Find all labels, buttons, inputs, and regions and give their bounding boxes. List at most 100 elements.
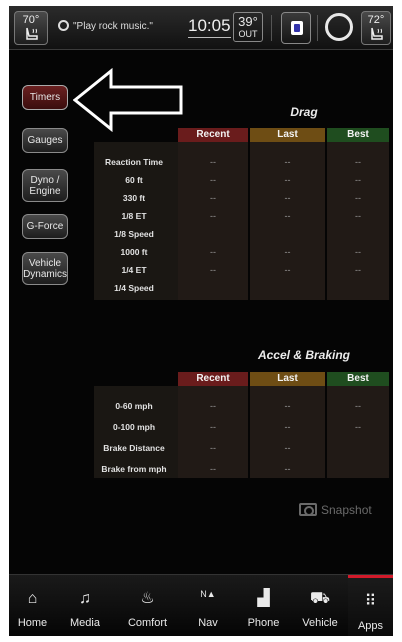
nav-vehicle[interactable]: ⛟ Vehicle (292, 575, 348, 636)
callout-arrow-icon (73, 68, 183, 132)
table-cell-recent: -- (210, 211, 216, 221)
table-cell-recent: -- (210, 464, 216, 474)
accel-braking-table: Recent Last Best 0-60 mph -- -- -- 0-100 mph -- -… (94, 372, 389, 478)
drive-mode-button[interactable] (281, 12, 311, 44)
nav-label: Vehicle (302, 617, 338, 629)
tab-g-force[interactable]: G-Force (22, 214, 68, 239)
nav-phone[interactable]: ▟ Phone (235, 575, 292, 636)
nav-nav[interactable]: N▲ Nav (181, 575, 235, 636)
tab-timers[interactable]: Timers (22, 85, 68, 110)
table-cell-last: -- (284, 401, 291, 411)
table-cell-best: -- (355, 401, 361, 411)
table-cell-last: -- (284, 422, 291, 432)
table-cell-recent: -- (210, 157, 216, 167)
column-header-best: Best (327, 372, 389, 386)
drive-mode-icon (291, 21, 303, 35)
table-cell-best: -- (355, 422, 361, 432)
voice-ring-icon (58, 20, 69, 31)
table-cell-best: -- (355, 265, 361, 275)
row-label: 1000 ft (120, 247, 148, 257)
row-label: 60 ft (125, 175, 143, 185)
accel-braking-title: Accel & Braking (257, 348, 351, 362)
seat-icon: ♨ (140, 590, 155, 607)
nav-label: Home (17, 617, 48, 629)
nav-label: Nav (198, 617, 218, 629)
apps-grid-icon: ⠿ (364, 593, 377, 610)
table-cell-best: -- (355, 211, 361, 221)
drag-title: Drag (290, 105, 318, 119)
car-icon: ⛟ (309, 590, 331, 607)
heated-seat-icon (371, 27, 383, 40)
table-cell-best: -- (355, 175, 361, 185)
table-cell-recent: -- (210, 175, 216, 185)
table-cell-best: -- (355, 247, 361, 257)
voice-hint-text: "Play rock music." (73, 21, 153, 32)
table-cell-recent: -- (210, 247, 216, 257)
table-cell-last: -- (284, 193, 291, 203)
voice-hint[interactable]: "Play rock music." (58, 20, 153, 32)
signal-bars-icon: ▟ (257, 590, 270, 607)
passenger-climate-button[interactable]: 72° (361, 11, 391, 45)
status-bar: 70° "Play rock music." 10:05 39° OUT 72° (9, 6, 393, 50)
table-cell-recent: -- (210, 443, 216, 453)
row-label: 1/8 Speed (114, 229, 154, 239)
passenger-temp: 72° (367, 14, 385, 26)
nav-label: Apps (357, 620, 384, 632)
table-cell-last: -- (284, 211, 291, 221)
row-label: 1/8 ET (121, 211, 147, 221)
table-cell-recent: -- (210, 193, 216, 203)
tab-dyno-engine[interactable]: Dyno / Engine (22, 169, 68, 202)
table-cell-last: -- (284, 464, 291, 474)
driver-climate-button[interactable]: 70° (14, 11, 48, 45)
nav-label: Media (70, 617, 100, 629)
row-label: 1/4 ET (121, 265, 147, 275)
row-label: 1/4 Speed (114, 283, 154, 293)
row-label: Brake from mph (101, 464, 167, 474)
column-header-recent: Recent (178, 372, 248, 386)
compass-north-icon: N▲ (200, 589, 216, 599)
status-divider (271, 15, 272, 41)
table-cell-recent: -- (210, 265, 216, 275)
snapshot-button[interactable]: Snapshot (299, 503, 372, 517)
table-cell-last: -- (284, 175, 291, 185)
outside-temp-badge: 39° OUT (233, 12, 263, 42)
clock: 10:05 (188, 16, 231, 38)
nav-media[interactable]: ♫ Media (56, 575, 114, 636)
driver-temp: 70° (22, 14, 40, 26)
table-cell-last: -- (284, 157, 291, 167)
column-header-best: Best (327, 128, 389, 142)
row-label: 330 ft (122, 193, 146, 203)
nav-comfort[interactable]: ♨ Comfort (114, 575, 181, 636)
bottom-nav: ⌂ Home ♫ Media ♨ Comfort N▲ Nav ▟ Phone ⛟ Vehicle ⠿ A… (9, 574, 393, 636)
voice-assistant-ring-icon[interactable] (325, 13, 353, 41)
column-header-last: Last (250, 372, 325, 386)
tab-vehicle-dynamics[interactable]: Vehicle Dynamics (22, 252, 68, 285)
uconnect-screen: 70° "Play rock music." 10:05 39° OUT 72°… (9, 6, 393, 636)
table-cell-last: -- (284, 443, 291, 453)
home-icon: ⌂ (27, 590, 38, 607)
table-cell-best: -- (355, 157, 361, 167)
outside-temp-label: OUT (238, 29, 258, 39)
nav-home[interactable]: ⌂ Home (9, 575, 56, 636)
row-label: 0-100 mph (112, 422, 156, 432)
heated-seat-icon (26, 27, 38, 40)
drag-table: Recent Last Best Reaction Time -- -- -- 60 ft --… (94, 128, 389, 300)
snapshot-label: Snapshot (321, 503, 372, 517)
row-label: 0-60 mph (115, 401, 153, 411)
column-header-recent: Recent (178, 128, 248, 142)
row-label: Reaction Time (105, 157, 163, 167)
music-note-icon: ♫ (79, 590, 91, 607)
table-cell-last: -- (284, 247, 291, 257)
nav-label: Comfort (127, 617, 168, 629)
tab-gauges[interactable]: Gauges (22, 128, 68, 153)
column-best (327, 386, 389, 478)
nav-apps[interactable]: ⠿ Apps (348, 575, 393, 636)
table-cell-best: -- (355, 193, 361, 203)
column-header-last: Last (250, 128, 325, 142)
camera-icon (299, 503, 317, 516)
table-cell-recent: -- (210, 401, 216, 411)
row-label: Brake Distance (103, 443, 165, 453)
nav-label: Phone (247, 617, 280, 629)
table-cell-last: -- (284, 265, 291, 275)
table-cell-recent: -- (210, 422, 216, 432)
